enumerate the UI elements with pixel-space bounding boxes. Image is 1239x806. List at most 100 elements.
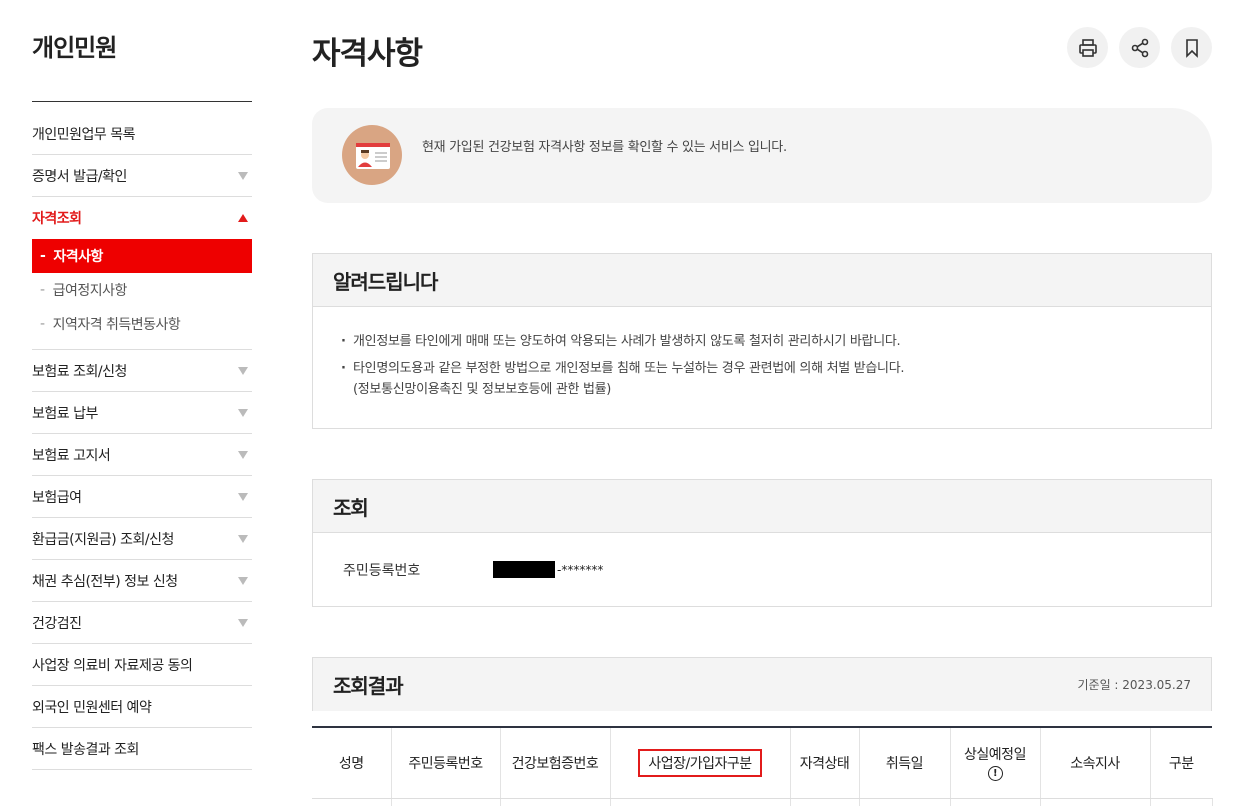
sidebar-menu: 개인민원업무 목록 증명서 발급/확인 자격조회 - 자격사항 - 급여정지사항 - 지역자격 … [32,113,252,770]
query-title: 조회 [333,495,369,520]
submenu-item-label: 지역자격 취득변동사항 [52,317,181,333]
submenu-dash: - [40,316,45,332]
table-row [312,798,1213,806]
submenu-dash: - [40,282,45,298]
submenu-item[interactable]: - 급여정지사항 [32,273,252,307]
column-header: 자격상태 [790,728,860,799]
notice-item: 개인정보를 타인에게 매매 또는 양도하여 악용되는 사례가 발생하지 않도록 … [339,331,1185,352]
sidebar-item[interactable]: 보험료 납부 [32,392,252,434]
column-header-label: 건강보험증번호 [511,755,599,772]
resident-number-value: -******* [493,561,603,578]
sidebar-item[interactable]: 사업장 의료비 자료제공 동의 [32,644,252,686]
sidebar-item[interactable]: 보험료 조회/신청 [32,350,252,392]
chevron-down-icon [238,408,248,417]
chevron-down-icon [238,534,248,543]
column-header-label: 소속지사 [1070,755,1120,772]
base-date: 기준일 : 2023.05.27 [1077,678,1192,692]
bookmark-button[interactable] [1171,27,1212,68]
sidebar-item-label: 팩스 발송결과 조회 [32,741,139,758]
masked-redaction [493,561,555,578]
sidebar-item-label: 외국인 민원센터 예약 [32,699,152,716]
submenu-dash: - [40,248,46,264]
sidebar-item[interactable]: 보험급여 [32,476,252,518]
column-header-label: 자격상태 [799,755,850,772]
chevron-down-icon [238,171,248,180]
column-header: 상실예정일! [950,728,1041,799]
chevron-down-icon [238,576,248,585]
submenu-item-label: 자격사항 [53,249,103,265]
page-title: 자격사항 [312,36,423,72]
chevron-down-icon [238,366,248,375]
sidebar-item[interactable]: 외국인 민원센터 예약 [32,686,252,728]
sidebar-item-label: 보험료 납부 [32,405,98,422]
id-card-icon [342,125,402,185]
column-header-label: 주민등록번호 [408,755,483,772]
sidebar-item-label: 사업장 의료비 자료제공 동의 [32,657,193,674]
column-header-label: 사업장/가입자구분 [638,748,762,777]
column-header-label: 상실예정일 [964,747,1026,764]
result-title: 조회결과 [333,674,404,698]
service-intro: 현재 가입된 건강보험 자격사항 정보를 확인할 수 있는 서비스 입니다. [312,108,1212,203]
submenu-item[interactable]: - 지역자격 취득변동사항 [32,307,252,341]
column-header: 주민등록번호 [391,728,501,799]
column-header: 취득일 [859,728,951,799]
sidebar-title: 개인민원 [32,34,117,62]
sidebar-item[interactable]: 보험료 고지서 [32,434,252,476]
sidebar-item-label: 채권 추심(전부) 정보 신청 [32,573,178,590]
column-header: 사업장/가입자구분 [610,728,791,799]
query-box: 조회 주민등록번호 -******* [312,479,1212,607]
column-header-label: 성명 [338,755,364,772]
bookmark-icon [1185,38,1198,58]
sidebar-item[interactable]: 팩스 발송결과 조회 [32,728,252,770]
submenu-item[interactable]: - 자격사항 [32,239,252,273]
sidebar-item[interactable]: 개인민원업무 목록 [32,113,252,155]
sidebar-item[interactable]: 건강검진 [32,602,252,644]
share-icon [1131,38,1148,57]
sidebar-item[interactable]: 환급금(지원금) 조회/신청 [32,518,252,560]
column-header: 성명 [312,728,392,799]
resident-number-label: 주민등록번호 [343,562,421,579]
chevron-down-icon [238,492,248,501]
masked-suffix: -******* [557,562,604,577]
sidebar-item-label: 증명서 발급/확인 [32,168,127,185]
sidebar-item-label: 보험료 고지서 [32,447,111,464]
result-box: 조회결과 기준일 : 2023.05.27 [312,657,1212,711]
sidebar-item-label: 건강검진 [32,615,82,632]
intro-text: 현재 가입된 건강보험 자격사항 정보를 확인할 수 있는 서비스 입니다. [422,140,787,155]
result-table: 성명 주민등록번호 건강보험증번호 사업장/가입자구분 자격상태 취득일 상실예정일! 소속지… [312,728,1213,806]
notice-title: 알려드립니다 [333,269,438,294]
sidebar-item[interactable]: 증명서 발급/확인 [32,155,252,197]
sidebar-item[interactable]: 자격조회 [32,197,252,239]
result-header: 조회결과 기준일 : 2023.05.27 [313,658,1211,711]
notice-list: 개인정보를 타인에게 매매 또는 양도하여 악용되는 사례가 발생하지 않도록 … [313,307,1211,400]
sidebar-item[interactable]: 채권 추심(전부) 정보 신청 [32,560,252,602]
notice-item-subtext: (정보통신망이용촉진 및 정보보호등에 관한 법률) [353,382,612,397]
info-alert-icon[interactable]: ! [987,766,1003,782]
notice-item: 타인명의도용과 같은 부정한 방법으로 개인정보를 침해 또는 누설하는 경우 … [339,358,1185,400]
sidebar-item-label: 자격조회 [32,211,82,227]
sidebar-item-label: 환급금(지원금) 조회/신청 [32,531,174,548]
result-table-wrap: 성명 주민등록번호 건강보험증번호 사업장/가입자구분 자격상태 취득일 상실예정일! 소속지… [312,726,1213,806]
chevron-up-icon [238,214,248,222]
column-header: 건강보험증번호 [500,728,611,799]
query-header: 조회 [313,480,1211,533]
notice-header: 알려드립니다 [313,254,1211,307]
notice-item-text: 타인명의도용과 같은 부정한 방법으로 개인정보를 침해 또는 누설하는 경우 … [353,361,905,376]
sidebar-item-label: 개인민원업무 목록 [32,126,136,143]
query-row: 주민등록번호 -******* [313,533,1211,606]
column-header: 소속지사 [1040,728,1151,799]
chevron-down-icon [238,450,248,459]
table-header-row: 성명 주민등록번호 건강보험증번호 사업장/가입자구분 자격상태 취득일 상실예정일! 소속지… [312,728,1212,799]
sidebar-submenu: - 자격사항 - 급여정지사항 - 지역자격 취득변동사항 [32,239,252,350]
share-button[interactable] [1119,27,1160,68]
submenu-item-label: 급여정지사항 [52,283,128,299]
print-button[interactable] [1067,27,1108,68]
column-header-label: 구분 [1168,755,1194,772]
sidebar-item-label: 보험료 조회/신청 [32,363,127,380]
column-header: 구분 [1150,728,1212,799]
print-icon [1078,38,1097,57]
sidebar-item-label: 보험급여 [32,489,82,506]
chevron-down-icon [238,618,248,627]
sidebar-divider [32,101,252,102]
column-header-label: 취득일 [885,755,924,772]
